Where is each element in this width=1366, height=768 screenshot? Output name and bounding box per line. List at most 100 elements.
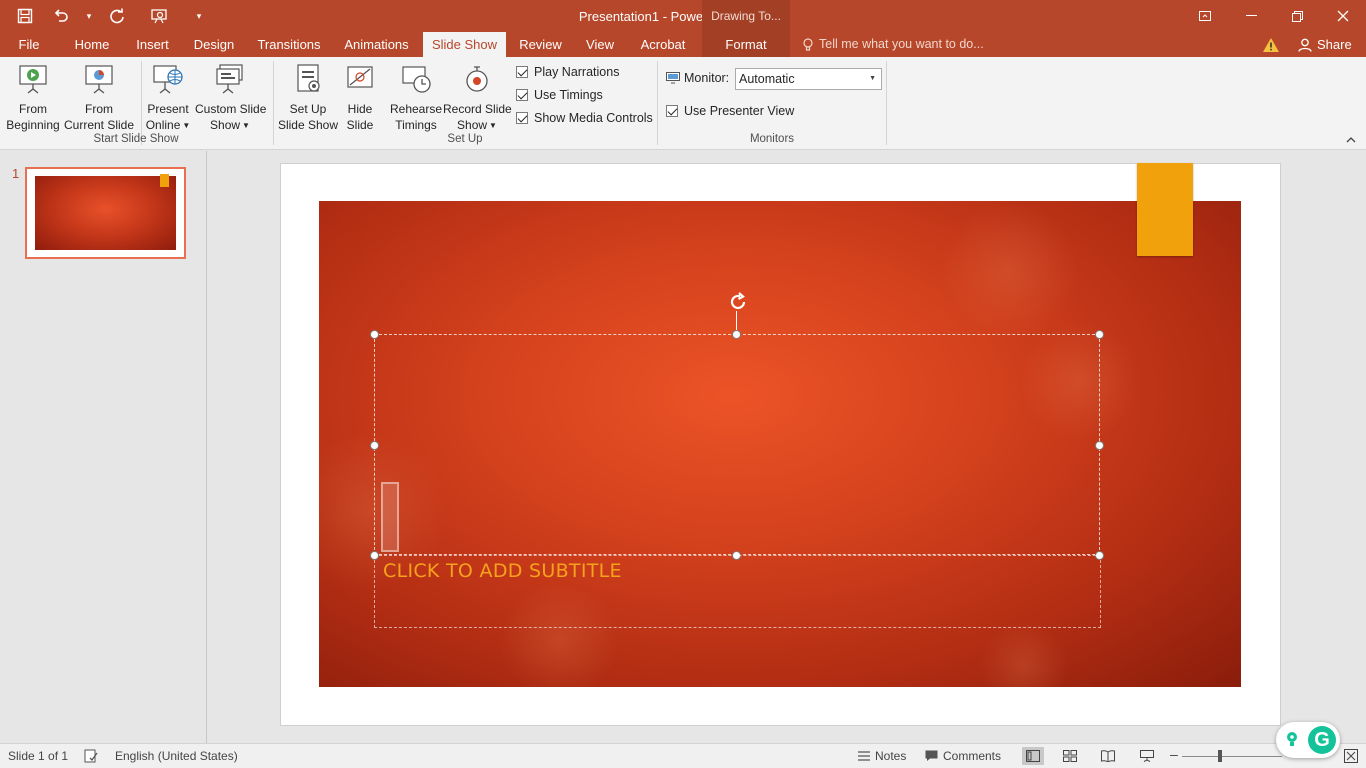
- monitor-label: Monitor:: [666, 71, 729, 85]
- text-cursor-marker: [381, 482, 399, 552]
- set-up-slide-show-button[interactable]: Set Up Slide Show: [277, 61, 339, 132]
- rehearse-label-2: Timings: [395, 118, 437, 132]
- person-icon: [1298, 38, 1312, 52]
- tab-design[interactable]: Design: [188, 32, 240, 57]
- repeat-icon[interactable]: [102, 4, 132, 28]
- notes-icon: [858, 751, 870, 761]
- window-controls: [1182, 0, 1366, 32]
- present-online-button[interactable]: Present Online ▼: [143, 61, 193, 132]
- resize-handle[interactable]: [1095, 330, 1104, 339]
- grammarly-widget[interactable]: G: [1276, 722, 1340, 758]
- chevron-down-icon: ▼: [182, 120, 191, 130]
- share-button[interactable]: Share: [1298, 32, 1352, 57]
- thumbnail-preview: [35, 174, 176, 250]
- save-icon[interactable]: [10, 4, 40, 28]
- hide-slide-button[interactable]: Hide Slide: [340, 61, 380, 132]
- use-timings-checkbox[interactable]: Use Timings: [516, 86, 603, 104]
- tab-review[interactable]: Review: [514, 32, 567, 57]
- contextual-tab-group-label: Drawing To...: [702, 0, 790, 32]
- tab-file[interactable]: File: [10, 32, 48, 57]
- language-indicator[interactable]: English (United States): [115, 749, 238, 763]
- tell-me-box[interactable]: Tell me what you want to do...: [803, 32, 984, 57]
- zoom-slider[interactable]: [1182, 756, 1282, 757]
- reading-view-icon[interactable]: [1097, 747, 1119, 765]
- from-current-label-2: Current Slide: [64, 118, 135, 132]
- from-beginning-button[interactable]: From Beginning: [4, 61, 62, 132]
- play-narrations-checkbox[interactable]: Play Narrations: [516, 63, 619, 81]
- checkbox-checked-icon: [666, 105, 678, 117]
- notes-button[interactable]: Notes: [858, 749, 906, 763]
- restore-icon[interactable]: [1274, 0, 1320, 32]
- subtitle-placeholder-text[interactable]: CLICK TO ADD SUBTITLE: [383, 560, 622, 582]
- status-bar: Slide 1 of 1 English (United States) Not…: [0, 743, 1366, 768]
- zoom-slider-thumb[interactable]: [1218, 750, 1222, 762]
- accent-tag-shape[interactable]: [1137, 163, 1193, 256]
- from-current-slide-icon: [85, 65, 113, 94]
- monitor-label-text: Monitor:: [684, 71, 730, 85]
- custom-show-label-2: Show: [210, 118, 241, 132]
- monitor-select-value: Automatic: [739, 72, 795, 86]
- from-current-label-1: From: [85, 102, 113, 116]
- undo-dropdown-icon[interactable]: ▾: [82, 4, 96, 28]
- chevron-down-icon: ▼: [242, 120, 250, 130]
- tab-slide-show[interactable]: Slide Show: [423, 32, 506, 57]
- share-label: Share: [1317, 37, 1352, 52]
- undo-icon[interactable]: [46, 4, 76, 28]
- from-beginning-icon: [19, 65, 47, 94]
- tab-animations[interactable]: Animations: [338, 32, 415, 57]
- warning-icon[interactable]: [1262, 37, 1280, 53]
- spell-check-icon[interactable]: [84, 749, 98, 763]
- comments-button[interactable]: Comments: [925, 749, 1001, 763]
- resize-handle[interactable]: [1095, 441, 1104, 450]
- slide-sorter-icon[interactable]: [1059, 747, 1081, 765]
- zoom-out-icon[interactable]: –: [1170, 746, 1178, 762]
- use-presenter-view-checkbox[interactable]: Use Presenter View: [666, 102, 794, 120]
- slide-show-view-icon[interactable]: [1136, 747, 1158, 765]
- custom-show-label-1: Custom Slide: [195, 102, 267, 116]
- normal-view-icon[interactable]: [1022, 747, 1044, 765]
- slide-counter[interactable]: Slide 1 of 1: [8, 749, 68, 763]
- record-slide-show-button[interactable]: Record Slide Show ▼: [443, 61, 512, 132]
- rehearse-timings-button[interactable]: Rehearse Timings: [388, 61, 444, 132]
- close-icon[interactable]: [1320, 0, 1366, 32]
- use-presenter-view-label: Use Presenter View: [684, 104, 795, 118]
- ribbon-display-options-icon[interactable]: [1182, 0, 1228, 32]
- lightbulb-icon: [1287, 732, 1297, 746]
- comments-label: Comments: [943, 749, 1002, 763]
- collapse-ribbon-icon[interactable]: [1346, 135, 1356, 146]
- resize-handle[interactable]: [732, 330, 741, 339]
- bokeh-decoration: [939, 201, 1079, 341]
- group-label-set-up: Set Up: [447, 133, 483, 145]
- minimize-icon[interactable]: [1228, 0, 1274, 32]
- monitor-select[interactable]: Automatic ▼: [735, 68, 882, 90]
- hide-slide-label-1: Hide: [347, 102, 373, 116]
- setup-label-1: Set Up: [289, 102, 327, 116]
- resize-handle[interactable]: [370, 330, 379, 339]
- fit-to-window-icon[interactable]: [1344, 749, 1358, 763]
- show-media-controls-checkbox[interactable]: Show Media Controls: [516, 109, 653, 127]
- comment-icon: [925, 750, 938, 761]
- tab-insert[interactable]: Insert: [130, 32, 175, 57]
- from-beginning-label-2: Beginning: [6, 118, 60, 132]
- from-current-slide-button[interactable]: From Current Slide: [64, 61, 135, 132]
- tab-transitions[interactable]: Transitions: [253, 32, 325, 57]
- tab-format[interactable]: Format: [702, 32, 790, 57]
- grammarly-logo-icon: G: [1306, 724, 1338, 756]
- group-label-monitors: Monitors: [749, 133, 795, 145]
- group-separator: [273, 61, 274, 145]
- hide-slide-icon: [347, 66, 373, 88]
- customize-icon[interactable]: ▾: [192, 4, 206, 28]
- present-icon[interactable]: [144, 4, 174, 28]
- present-online-label-1: Present: [147, 102, 189, 116]
- custom-slide-show-button[interactable]: Custom Slide Show ▼: [195, 61, 267, 132]
- title-placeholder[interactable]: [374, 334, 1100, 555]
- tab-home[interactable]: Home: [68, 32, 116, 57]
- rotate-handle-icon[interactable]: [727, 291, 749, 313]
- slide-thumbnail[interactable]: [25, 167, 186, 259]
- title-bar: ▾ ▾ Presentation1 - PowerPoint Drawing T…: [0, 0, 1366, 32]
- tab-acrobat[interactable]: Acrobat: [633, 32, 693, 57]
- resize-handle[interactable]: [370, 441, 379, 450]
- group-separator: [886, 61, 887, 145]
- tab-view[interactable]: View: [580, 32, 620, 57]
- checkbox-checked-icon: [516, 112, 528, 124]
